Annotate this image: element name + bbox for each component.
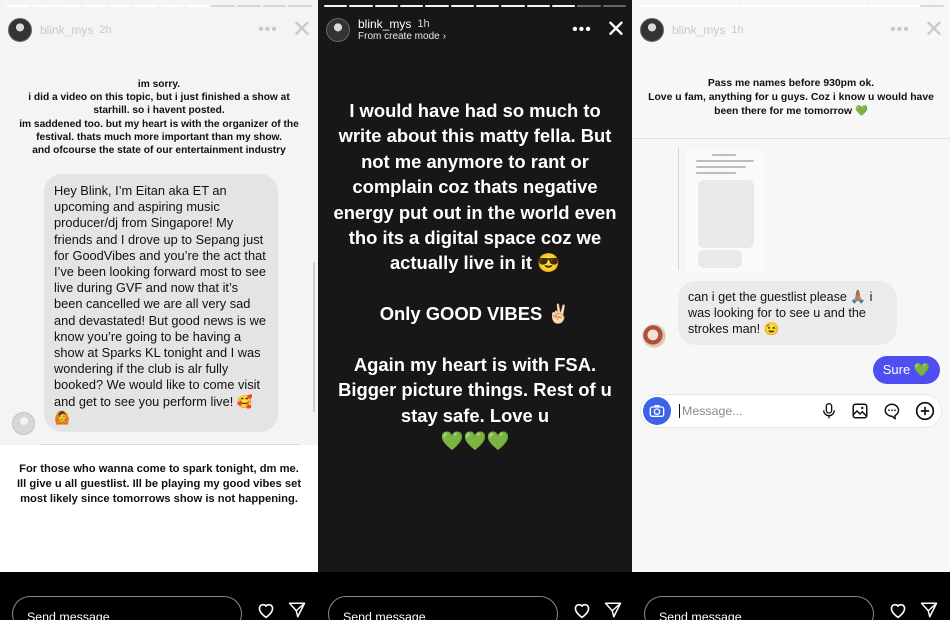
divider xyxy=(632,138,950,139)
story-caption-bottom: For those who wanna come to spark tonigh… xyxy=(16,463,302,506)
sticker-icon[interactable] xyxy=(883,402,901,420)
mic-icon[interactable] xyxy=(821,402,837,420)
shared-screenshot-thumbnail[interactable] xyxy=(686,150,764,272)
story-caption-top: Pass me names before 930pm ok. Love u fa… xyxy=(648,78,934,118)
story-progress-bar xyxy=(638,5,945,7)
story-panel-3: blink_mys 1h ••• ✕ Pass me names before … xyxy=(632,0,950,620)
send-message-input[interactable]: Send message xyxy=(644,596,874,620)
chevron-right-icon: › xyxy=(442,31,447,42)
username[interactable]: blink_mys xyxy=(672,23,725,37)
story-header: blink_mys 1h ••• ✕ xyxy=(640,14,944,46)
send-message-input[interactable]: Send message xyxy=(12,596,242,620)
story-panel-1: blink_mys 2h ••• ✕ im sorry. i did a vid… xyxy=(0,0,318,620)
send-icon[interactable] xyxy=(288,601,306,619)
more-icon[interactable]: ••• xyxy=(258,22,278,38)
send-message-input[interactable]: Send message xyxy=(328,596,558,620)
heart-icon[interactable] xyxy=(888,601,908,619)
story-content: blink_mys 2h ••• ✕ im sorry. i did a vid… xyxy=(0,0,318,572)
add-icon[interactable] xyxy=(915,401,935,421)
message-input[interactable]: Message... xyxy=(682,404,821,418)
close-icon[interactable]: ✕ xyxy=(292,18,312,42)
reply-bar: Send message xyxy=(632,572,950,620)
dm-message-bubble: Hey Blink, I’m Eitan aka ET an upcoming … xyxy=(44,174,278,432)
username[interactable]: blink_mys xyxy=(40,23,93,37)
avatar[interactable] xyxy=(640,18,664,42)
scrollbar xyxy=(313,262,315,412)
heart-icon[interactable] xyxy=(256,601,276,619)
username[interactable]: blink_mys xyxy=(358,17,411,31)
more-icon[interactable]: ••• xyxy=(890,22,910,38)
create-mode-label: From create mode xyxy=(358,31,440,42)
avatar xyxy=(642,324,666,348)
send-icon[interactable] xyxy=(920,601,938,619)
post-time: 1h xyxy=(417,18,430,30)
gallery-icon[interactable] xyxy=(851,402,869,420)
dm-message-bubble: can i get the guestlist please 🙏🏽 i was … xyxy=(678,281,897,345)
story-progress-bar xyxy=(6,5,313,7)
story-header: blink_mys 2h ••• ✕ xyxy=(8,14,312,46)
more-icon[interactable]: ••• xyxy=(572,22,592,38)
sent-reply-bubble: Sure 💚 xyxy=(872,356,940,384)
divider xyxy=(40,444,300,445)
story-caption-top: im sorry. i did a video on this topic, b… xyxy=(19,79,299,157)
reply-bar: Send message xyxy=(0,572,318,620)
close-icon[interactable]: ✕ xyxy=(606,18,626,42)
post-time: 1h xyxy=(731,24,744,36)
create-mode-link[interactable]: From create mode › xyxy=(358,31,446,42)
message-composer: Message... xyxy=(640,394,942,428)
camera-icon[interactable] xyxy=(643,397,671,425)
story-content: blink_mys 1h ••• ✕ Pass me names before … xyxy=(632,0,950,572)
story-text: I would have had so much to write about … xyxy=(333,100,617,452)
avatar xyxy=(12,412,35,435)
story-panel-2: blink_mys 1h ••• ✕ From create mode › I w… xyxy=(318,0,632,620)
avatar[interactable] xyxy=(326,18,350,42)
send-icon[interactable] xyxy=(604,601,622,619)
heart-icon[interactable] xyxy=(572,601,592,619)
story-content: blink_mys 1h ••• ✕ From create mode › I w… xyxy=(318,0,632,572)
reply-bar: Send message xyxy=(318,572,632,620)
post-time: 2h xyxy=(99,24,112,36)
story-progress-bar xyxy=(324,5,626,7)
avatar[interactable] xyxy=(8,18,32,42)
divider xyxy=(678,148,679,270)
close-icon[interactable]: ✕ xyxy=(924,18,944,42)
